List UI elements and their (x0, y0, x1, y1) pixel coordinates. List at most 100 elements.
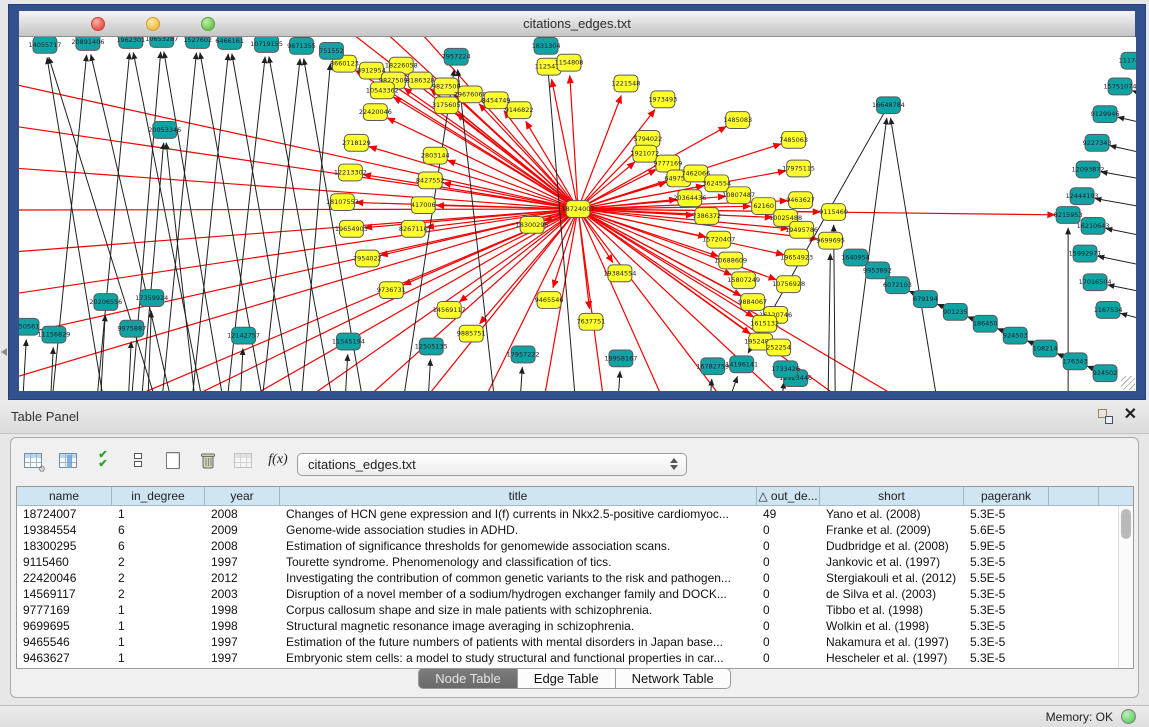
table-cell[interactable]: Disruption of a novel member of a sodium… (280, 586, 757, 602)
table-cell[interactable]: 2012 (205, 570, 280, 586)
graph-node[interactable]: 17975115 (782, 160, 815, 177)
row-selection-icon[interactable]: ✔✔ (89, 446, 117, 474)
table-cell[interactable]: 19384554 (17, 522, 112, 538)
table-row[interactable]: 1456911722003Disruption of a novel membe… (17, 586, 1133, 602)
column-header-name[interactable]: name (17, 487, 112, 505)
graph-node[interactable]: 2718129 (342, 134, 371, 151)
tab-network-table[interactable]: Network Table (616, 668, 731, 689)
table-cell[interactable]: 0 (757, 650, 820, 666)
table-cell[interactable]: Stergiakouli et al. (2012) (820, 570, 964, 586)
table-row[interactable]: 2242004622012Investigating the contribut… (17, 570, 1133, 586)
table-cell[interactable]: 0 (757, 538, 820, 554)
table-cell[interactable]: 5.3E-5 (964, 634, 1049, 650)
table-cell[interactable]: 1 (112, 650, 205, 666)
table-cell[interactable]: 1 (112, 506, 205, 522)
graph-node[interactable]: 12213302 (334, 164, 367, 181)
table-selector-dropdown[interactable]: citations_edges.txt (297, 453, 687, 476)
table-cell[interactable]: 2 (112, 554, 205, 570)
table-row[interactable]: 1938455462009Genome-wide association stu… (17, 522, 1133, 538)
table-cell[interactable]: 9463627 (17, 650, 112, 666)
table-cell[interactable]: 2 (112, 570, 205, 586)
table-cell[interactable]: Dudbridge et al. (2008) (820, 538, 964, 554)
graph-node[interactable]: 15807249 (727, 272, 760, 289)
table-cell[interactable]: Nakamura et al. (1997) (820, 634, 964, 650)
graph-node[interactable]: 9736731 (377, 282, 406, 299)
table-cell[interactable]: 5.3E-5 (964, 506, 1049, 522)
graph-node[interactable]: 901235 (943, 303, 968, 320)
table-cell[interactable]: Tibbo et al. (1998) (820, 602, 964, 618)
graph-node[interactable]: 924503 (1003, 327, 1028, 344)
graph-node[interactable]: 18226058 (385, 57, 418, 74)
table-cell[interactable]: 5.3E-5 (964, 602, 1049, 618)
graph-node[interactable]: 9885751 (457, 325, 486, 342)
graph-node[interactable]: 20891406 (71, 37, 104, 50)
table-cell[interactable]: Yano et al. (2008) (820, 506, 964, 522)
table-cell[interactable]: 1 (112, 618, 205, 634)
graph-node[interactable]: 2803144 (421, 147, 450, 164)
table-cell[interactable]: 5.9E-5 (964, 538, 1049, 554)
graph-node[interactable]: 1485083 (723, 112, 752, 129)
graph-node[interactable]: 18107553 (326, 194, 359, 211)
graph-node[interactable]: 15720407 (702, 231, 735, 248)
table-cell[interactable]: 0 (757, 634, 820, 650)
graph-node[interactable]: 10653287 (145, 37, 178, 47)
table-row[interactable]: 1872400712008Changes of HCN gene express… (17, 506, 1133, 522)
table-cell[interactable]: 5.3E-5 (964, 586, 1049, 602)
table-cell[interactable]: 14569117 (17, 586, 112, 602)
graph-node[interactable]: 22420046 (359, 104, 392, 121)
graph-node[interactable]: 20053346 (148, 122, 181, 139)
table-cell[interactable]: 1997 (205, 554, 280, 570)
column-header-out_de...[interactable]: △ out_de... (757, 487, 820, 505)
graph-node[interactable]: 7485063 (779, 131, 808, 148)
table-cell[interactable]: Embryonic stem cells: a model to study s… (280, 650, 757, 666)
graph-node[interactable]: 17957222 (507, 346, 540, 363)
table-row[interactable]: 1830029562008Estimation of significance … (17, 538, 1133, 554)
table-cell[interactable]: 18300295 (17, 538, 112, 554)
graph-node[interactable]: 9777169 (653, 155, 682, 172)
table-cell[interactable]: Investigating the contribution of common… (280, 570, 757, 586)
graph-node[interactable]: 16210643 (1077, 217, 1110, 234)
graph-node[interactable]: 9953892 (863, 262, 892, 279)
table-cell[interactable]: Jankovic et al. (1997) (820, 554, 964, 570)
table-cell[interactable]: 18724007 (17, 506, 112, 522)
graph-node[interactable]: 9699695 (816, 232, 845, 249)
table-cell[interactable]: Genome-wide association studies in ADHD. (280, 522, 757, 538)
graph-node[interactable]: 751552 (319, 42, 344, 59)
graph-node[interactable]: 1640954 (841, 249, 870, 266)
graph-node[interactable]: 1615132 (750, 315, 779, 332)
table-cell[interactable]: 2009 (205, 522, 280, 538)
graph-node[interactable]: 7957224 (442, 48, 471, 65)
network-canvas[interactable]: 1872400786601238912954182260589827509105… (19, 37, 1136, 391)
table-cell[interactable]: 1998 (205, 618, 280, 634)
graph-node[interactable]: 924502 (1093, 365, 1118, 382)
graph-node[interactable]: 1527602 (183, 37, 212, 48)
table-cell[interactable]: 5.5E-5 (964, 570, 1049, 586)
graph-node[interactable]: 12505135 (415, 338, 448, 355)
graph-node[interactable]: 1733426 (771, 361, 800, 378)
column-header-in_degree[interactable]: in_degree (112, 487, 205, 505)
graph-node[interactable]: 14569117 (433, 302, 466, 319)
table-cell[interactable]: Tourette syndrome. Phenomenology and cla… (280, 554, 757, 570)
graph-node[interactable]: 108214 (1033, 340, 1058, 357)
graph-node[interactable]: 1167534 (1094, 302, 1123, 319)
graph-node[interactable]: 62160 (752, 198, 776, 215)
table-cell[interactable]: 22420046 (17, 570, 112, 586)
column-header-title[interactable]: title (280, 487, 757, 505)
graph-node[interactable]: 8215953 (1054, 207, 1083, 224)
table-cell[interactable]: 0 (757, 602, 820, 618)
table-row[interactable]: 977716911998Corpus callosum shape and si… (17, 602, 1133, 618)
graph-node[interactable]: 19495786 (785, 221, 818, 238)
graph-node[interactable]: 1154808 (555, 54, 584, 71)
table-cell[interactable]: 1997 (205, 650, 280, 666)
graph-node[interactable]: 14196141 (725, 356, 758, 373)
table-row[interactable]: 969969511998Structural magnetic resonanc… (17, 618, 1133, 634)
table-cell[interactable]: de Silva et al. (2003) (820, 586, 964, 602)
graph-node[interactable]: 10807487 (722, 187, 755, 204)
column-visibility-icon[interactable] (54, 446, 82, 474)
table-cell[interactable]: 1 (112, 634, 205, 650)
graph-node[interactable]: 1962301 (116, 37, 145, 48)
table-cell[interactable]: 5.3E-5 (964, 554, 1049, 570)
graph-node[interactable]: 7386372 (692, 208, 721, 225)
column-header-year[interactable]: year (205, 487, 280, 505)
graph-node[interactable]: 1973493 (648, 91, 677, 108)
